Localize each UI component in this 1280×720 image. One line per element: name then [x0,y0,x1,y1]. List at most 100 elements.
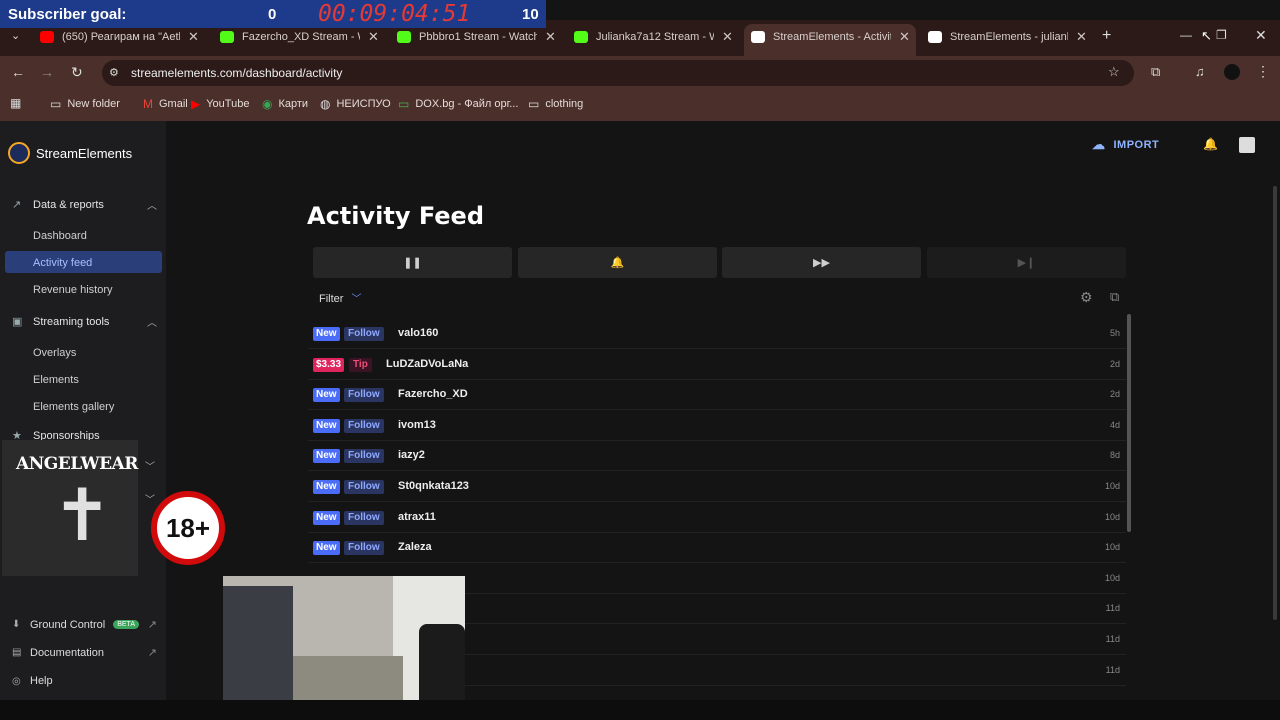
bookmark-star-icon[interactable]: ☆ [1108,64,1120,80]
bookmark-item[interactable]: M Gmail [143,97,188,111]
site-info-icon[interactable]: ⚙ [109,66,119,79]
timestamp: 10d [1104,481,1120,491]
video-icon: ▣ [12,316,23,328]
filter-dropdown[interactable]: Filter ﹀ [319,290,361,305]
gmail-icon: M [143,97,153,111]
sidebar-item-activity-feed[interactable]: Activity feed [33,257,92,269]
username[interactable]: Zaleza [398,541,432,553]
activity-row[interactable]: New Follow ivom13 4d [308,411,1126,441]
extensions-icon[interactable]: ⧉ [1151,64,1160,80]
username[interactable]: iazy2 [398,449,425,461]
new-tab-button[interactable]: + [1102,27,1111,45]
chevron-up-icon: ︿ [147,201,157,212]
username[interactable]: atrax11 [398,511,436,523]
fast-forward-button[interactable]: ▶▶ [722,247,921,278]
close-tab-icon[interactable]: ✕ [722,29,733,45]
help-label: Help [30,675,53,687]
bookmark-item[interactable]: ▭ clothing [528,97,583,111]
sidebar-item-overlays[interactable]: Overlays [33,347,76,359]
kick-icon [220,31,234,43]
avatar[interactable] [1239,137,1255,153]
activity-row[interactable]: New Follow St0qnkata123 10d [308,472,1126,502]
url-text[interactable]: streamelements.com/dashboard/activity [131,66,342,80]
activity-row[interactable]: New Follow Fazercho_XD 2d [308,380,1126,411]
page-scrollbar[interactable] [1273,186,1277,620]
tab-title: Pbbbro1 Stream - Watch L [419,31,537,43]
tab-4[interactable]: Julianka7a12 Stream - Wat ✕ [574,27,733,47]
import-button[interactable]: ☁ IMPORT [1092,137,1159,153]
settings-gear-icon[interactable]: ⚙ [1080,289,1093,306]
profile-icon[interactable] [1224,64,1240,80]
sidebar-item-revenue-history[interactable]: Revenue history [33,284,113,296]
chevron-down-icon[interactable]: ﹀ [145,491,155,506]
bookmark-item[interactable]: ▭ New folder [50,97,120,111]
sidebar-item-dashboard[interactable]: Dashboard [33,230,87,242]
help-icon: ◎ [12,675,21,687]
back-button[interactable]: ← [11,64,25,80]
timestamp: 10d [1104,542,1120,553]
tab-6[interactable]: StreamElements - julianka ✕ [928,27,1087,47]
sidebar-item-ground-control[interactable]: ⬇ Ground Control BETA ↗ [12,618,157,632]
bookmark-label: New folder [67,98,120,110]
sidebar-item-elements[interactable]: Elements [33,374,79,386]
username[interactable]: St0qnkata123 [398,480,469,492]
menu-icon[interactable]: ⋮ [1256,63,1270,80]
sidebar-item-documentation[interactable]: ▤ Documentation ↗ [12,646,157,660]
activity-row[interactable]: New Follow iazy2 8d [308,441,1126,472]
skip-button[interactable]: ▶❙ [927,247,1126,278]
countdown-timer: 00:09:04:51 [318,1,471,27]
activity-row[interactable]: $3.33 Tip LuDZaDVoLaNa 2d [308,350,1126,380]
bookmark-label: НЕИСПУО [336,98,391,110]
media-control-icon[interactable]: ♫ [1195,64,1205,79]
forward-button[interactable]: → [40,64,54,80]
pause-button[interactable]: ❚❚ [313,247,512,278]
close-tab-icon[interactable]: ✕ [368,29,379,45]
feed-scrollbar[interactable] [1127,314,1131,532]
sidebar-item-help[interactable]: ◎ Help [12,675,157,687]
close-tab-icon[interactable]: ✕ [188,29,199,45]
activity-row[interactable]: New Follow Zaleza 10d [308,533,1126,564]
reload-button[interactable]: ↻ [71,64,83,81]
mute-alerts-button[interactable]: 🔔 [518,247,717,278]
activity-row[interactable]: New Follow atrax11 10d [308,503,1126,533]
notification-bell-icon[interactable]: 🔔 [1203,137,1218,151]
activity-row[interactable]: New Follow valo160 5h [308,319,1126,349]
tab-1[interactable]: (650) Реагирам на "Aethel ✕ [40,27,199,47]
sidebar-item-elements-gallery[interactable]: Elements gallery [33,401,114,413]
sidebar-section-data-reports[interactable]: ↗ Data & reports ︿ [12,197,157,213]
follow-badge: Follow [344,449,384,464]
bookmark-item[interactable]: ◉ Карти [262,97,308,111]
tab-3[interactable]: Pbbbro1 Stream - Watch L ✕ [397,27,556,47]
timestamp: 11d [1105,603,1120,614]
close-tab-icon[interactable]: ✕ [545,29,556,45]
bookmark-item[interactable]: ▭ DOX.bg - Файл орг... [398,97,518,111]
chevron-down-icon[interactable]: ﹀ [145,458,155,473]
tab-search-icon[interactable]: ⌄ [11,29,20,42]
close-window-button[interactable]: ✕ [1255,27,1267,44]
brand[interactable]: StreamElements [8,142,132,164]
apps-grid-icon[interactable]: ▦ [10,96,21,110]
timestamp: 10d [1104,572,1120,583]
close-tab-icon[interactable]: ✕ [899,29,910,45]
close-tab-icon[interactable]: ✕ [1076,29,1087,45]
bookmark-item[interactable]: ▶ YouTube [191,97,249,111]
tab-2[interactable]: Fazercho_XD Stream - Wat ✕ [220,27,379,47]
minimize-button[interactable]: — [1180,28,1192,42]
username[interactable]: valo160 [398,327,438,339]
username[interactable]: ivom13 [398,419,436,431]
beta-badge: BETA [113,620,139,629]
tab-5[interactable]: StreamElements - Activity ✕ [751,27,910,47]
ground-control-label: Ground Control [30,618,106,631]
external-link-icon: ↗ [147,647,157,659]
kick-icon [574,31,588,43]
subscriber-goal-overlay: Subscriber goal: 0 00:09:04:51 10 [0,0,546,28]
sidebar-section-streaming-tools[interactable]: ▣ Streaming tools ︿ [12,314,157,330]
bookmark-item[interactable]: ◍ НЕИСПУО [320,97,391,111]
streamelements-icon [928,31,942,43]
popout-icon[interactable]: ⧉ [1110,289,1119,305]
username[interactable]: LuDZaDVoLaNa [386,358,468,370]
tab-title: Julianka7a12 Stream - Wat [596,31,714,43]
maximize-button[interactable]: ❐ [1216,28,1227,42]
username[interactable]: Fazercho_XD [398,388,468,400]
new-badge: New [313,449,340,464]
